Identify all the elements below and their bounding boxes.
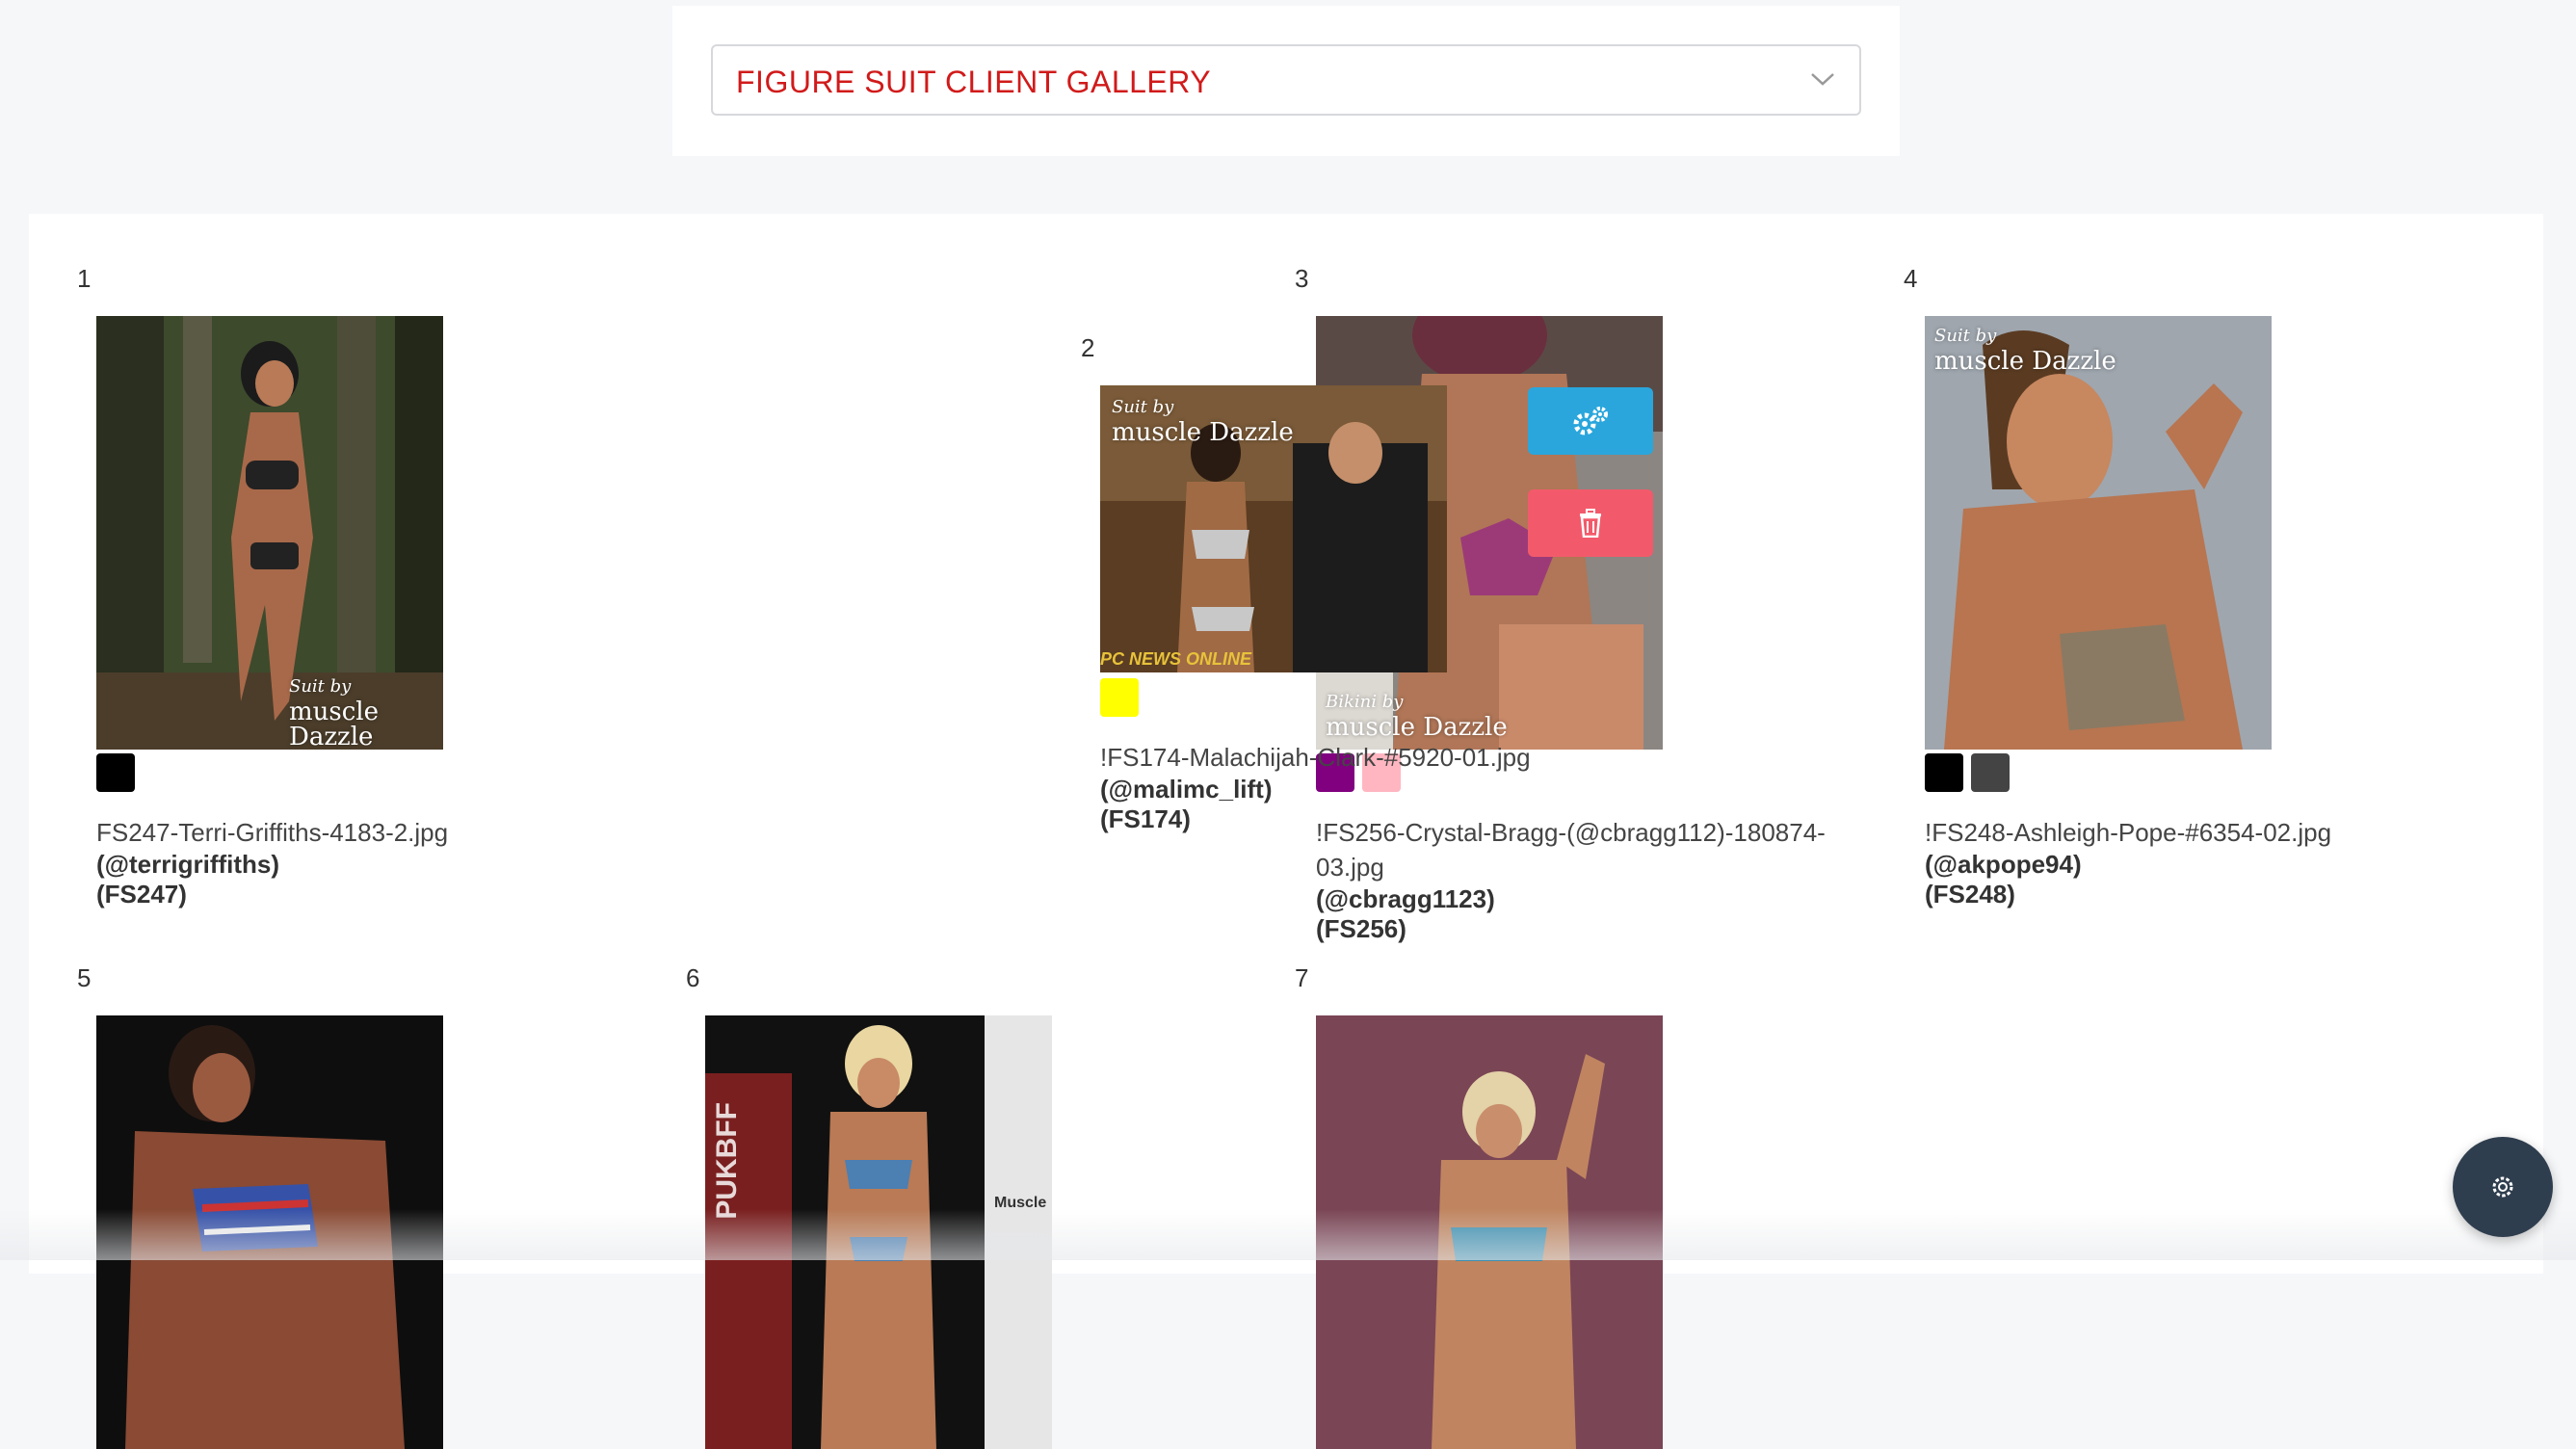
gallery-photo[interactable]: Suit by muscle Dazzle — [1925, 316, 2272, 750]
delete-button[interactable] — [1528, 489, 1653, 557]
bottom-shadow — [0, 1209, 2576, 1260]
item-number: 4 — [1904, 264, 1918, 293]
gears-icon — [1573, 407, 1608, 435]
settings-fab[interactable] — [2453, 1137, 2553, 1237]
item-number: 7 — [1295, 963, 1309, 992]
trash-icon — [1580, 509, 1601, 538]
item-filename: !FS248-Ashleigh-Pope-#6354-02.jpg — [1925, 818, 2332, 847]
photo-watermark: Bikini by muscle Dazzle — [1326, 692, 1508, 742]
photo-watermark: Suit by muscle Dazzle — [289, 676, 380, 750]
gallery-photo[interactable]: Suit by muscle Dazzle PC NEWS ONLINE — [1100, 385, 1447, 672]
gallery-select-panel: FIGURE SUIT CLIENT GALLERY — [672, 6, 1900, 156]
color-swatch — [1971, 753, 2010, 792]
chevron-down-icon — [1811, 73, 1834, 86]
photo-banner-text: PUKBFF — [711, 1102, 743, 1220]
color-swatch — [1100, 678, 1139, 717]
photo-overlay-text: PC NEWS ONLINE — [1100, 649, 1252, 669]
item-filename: !FS174-Malachijah-Clark-#5920-01.jpg — [1100, 743, 1531, 772]
item-number: 5 — [77, 963, 92, 992]
gallery-grid: 1 Suit by muscle Dazzle FS247-Terri-Grif… — [29, 214, 2543, 1449]
item-filename: FS247-Terri-Griffiths-4183-2.jpg — [96, 818, 449, 847]
item-filename: !FS256-Crystal-Bragg-(@cbragg112)-180874… — [1316, 818, 1826, 882]
gear-icon — [2492, 1176, 2513, 1198]
item-handle: (@akpope94) (FS248) — [1925, 850, 2082, 909]
color-swatch — [1925, 753, 1963, 792]
gallery-select[interactable]: FIGURE SUIT CLIENT GALLERY — [711, 44, 1861, 116]
settings-button[interactable] — [1528, 387, 1653, 455]
item-number: 1 — [77, 264, 92, 293]
item-handle: (@cbragg1123) (FS256) — [1316, 884, 1495, 943]
item-number: 3 — [1295, 264, 1309, 293]
photo-watermark: Suit by muscle Dazzle — [1934, 326, 2116, 376]
item-number: 6 — [686, 963, 700, 992]
gallery-photo[interactable]: Suit by muscle Dazzle — [96, 316, 443, 750]
photo-watermark: Suit by muscle Dazzle — [1112, 397, 1294, 447]
item-handle: (@terrigriffiths) (FS247) — [96, 850, 280, 909]
gallery-select-value: FIGURE SUIT CLIENT GALLERY — [736, 65, 1212, 99]
color-swatch — [96, 753, 135, 792]
item-handle: (@malimc_lift) (FS174) — [1100, 775, 1273, 833]
item-number: 2 — [1081, 333, 1095, 362]
